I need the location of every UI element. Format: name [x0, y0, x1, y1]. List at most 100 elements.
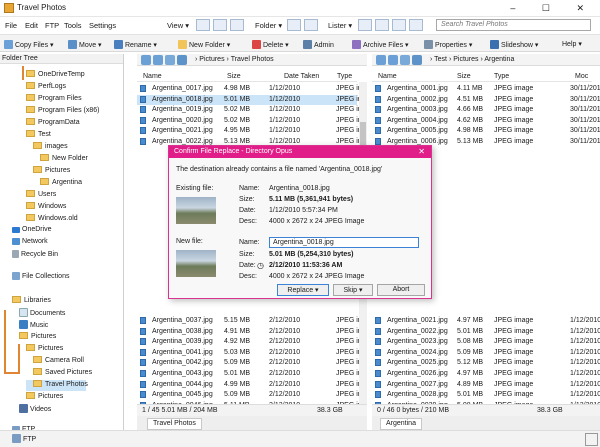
file-row[interactable]: Argentina_0021.jpg 4.95 MB 1/12/2010 JPEG i… — [137, 126, 362, 137]
delete-button[interactable]: Delete ▾ — [252, 40, 289, 49]
up-icon[interactable] — [165, 55, 175, 65]
layout-dual-icon[interactable] — [213, 19, 227, 31]
file-row[interactable]: Argentina_0044.jpg 4.99 MB 2/12/2010 JPEG i… — [137, 380, 362, 391]
rename-button[interactable]: Rename ▾ — [114, 40, 157, 49]
tree-item[interactable]: Saved Pictures — [33, 368, 92, 379]
folder-view-icon[interactable] — [304, 19, 318, 31]
forward-icon[interactable] — [388, 55, 398, 65]
tree-item-travel-photos-selected[interactable]: Travel Photos — [26, 380, 88, 391]
replace-button[interactable]: Replace ▾ — [277, 284, 329, 296]
help-button[interactable]: Help ▾ — [562, 40, 582, 48]
lister-4-icon[interactable] — [409, 19, 423, 31]
window-controls[interactable]: – ☐ ✕ — [510, 3, 596, 14]
resize-grip-icon[interactable] — [585, 433, 598, 446]
file-row[interactable]: Argentina_0037.jpg 5.15 MB 2/12/2010 JPEG i… — [137, 316, 362, 327]
file-row[interactable]: Argentina_0021.jpg 4.97 MB JPEG image 1/12/… — [372, 316, 600, 327]
file-row[interactable]: Argentina_0001.jpg 4.11 MB JPEG image 30/11… — [372, 84, 600, 95]
view-dropdown[interactable]: View ▾ — [167, 21, 189, 30]
file-row[interactable]: Argentina_0028.jpg 5.01 MB JPEG image 1/12/… — [372, 390, 600, 401]
file-row[interactable]: Argentina_0018.jpg 5.01 MB 1/12/2010 JPEG i… — [137, 94, 362, 106]
file-row[interactable]: Argentina_0045.jpg 5.09 MB 2/12/2010 JPEG i… — [137, 390, 362, 401]
col-type[interactable]: Type — [337, 73, 352, 80]
home-icon[interactable] — [412, 55, 422, 65]
move-button[interactable]: Move ▾ — [68, 40, 102, 49]
col-size[interactable]: Size — [227, 73, 241, 80]
right-breadcrumb[interactable]: › Test › Pictures › Argentina — [430, 56, 514, 63]
tree-item[interactable]: Users — [26, 190, 56, 201]
lister-1-icon[interactable] — [358, 19, 372, 31]
tab-travel-photos[interactable]: Travel Photos — [147, 418, 202, 430]
tree-item-network[interactable]: Network — [12, 238, 48, 249]
col-date-taken[interactable]: Date Taken — [284, 73, 319, 80]
tree-item[interactable]: Documents — [19, 308, 65, 319]
file-row[interactable]: Argentina_0019.jpg 5.02 MB 1/12/2010 JPEG i… — [137, 105, 362, 116]
file-row[interactable]: Argentina_0023.jpg 5.08 MB JPEG image 1/12/… — [372, 337, 600, 348]
menu-tools[interactable]: Tools — [64, 21, 82, 30]
copy-files-button[interactable]: Copy Files ▾ — [4, 40, 54, 49]
tab-argentina[interactable]: Argentina — [380, 418, 422, 430]
new-name-input[interactable]: Argentina_0018.jpg — [269, 237, 419, 248]
archive-files-button[interactable]: Archive Files ▾ — [352, 40, 409, 49]
tree-item[interactable]: Pictures — [26, 344, 63, 355]
file-row[interactable]: Argentina_0041.jpg 5.03 MB 2/12/2010 JPEG i… — [137, 348, 362, 359]
tree-item-onedrive[interactable]: OneDrive — [12, 226, 52, 237]
col-name[interactable]: Name — [143, 73, 162, 80]
up-icon[interactable] — [400, 55, 410, 65]
home-icon[interactable] — [177, 55, 187, 65]
ftp-status[interactable]: FTP — [12, 434, 36, 443]
slideshow-button[interactable]: Slideshow ▾ — [490, 40, 538, 49]
tree-item[interactable]: PerfLogs — [26, 82, 66, 93]
col-type[interactable]: Type — [494, 73, 509, 80]
file-row[interactable]: Argentina_0002.jpg 4.51 MB JPEG image 30/11… — [372, 95, 600, 106]
left-breadcrumb[interactable]: › Pictures › Travel Photos — [195, 56, 274, 63]
tree-item[interactable]: Windows — [26, 202, 66, 213]
file-row[interactable]: Argentina_0005.jpg 4.98 MB JPEG image 30/11… — [372, 126, 600, 137]
folder-tree-icon[interactable] — [287, 19, 301, 31]
tree-item[interactable]: Videos — [19, 404, 51, 415]
lister-dropdown[interactable]: Lister ▾ — [328, 21, 352, 30]
tree-item-file-collections[interactable]: File Collections — [12, 272, 69, 283]
tree-item-argentina[interactable]: Argentina — [40, 178, 82, 189]
skip-button[interactable]: Skip ▾ — [333, 284, 373, 296]
tree-item[interactable]: Pictures — [19, 332, 56, 343]
menu-edit[interactable]: Edit — [25, 21, 38, 30]
file-row[interactable]: Argentina_0042.jpg 5.09 MB 2/12/2010 JPEG i… — [137, 358, 362, 369]
file-row[interactable]: Argentina_0039.jpg 4.92 MB 2/12/2010 JPEG i… — [137, 337, 362, 348]
tree-item-libraries[interactable]: Libraries — [12, 296, 51, 307]
tree-item[interactable]: New Folder — [40, 154, 88, 165]
tree-item-recycle-bin[interactable]: Recycle Bin — [12, 250, 58, 261]
file-row[interactable]: Argentina_0038.jpg 4.91 MB 2/12/2010 JPEG i… — [137, 327, 362, 338]
tree-item[interactable]: Pictures — [33, 166, 70, 177]
new-folder-button[interactable]: New Folder ▾ — [178, 40, 230, 49]
tree-item[interactable]: Windows.old — [26, 214, 78, 225]
layout-tree-icon[interactable] — [230, 19, 244, 31]
file-row[interactable]: Argentina_0043.jpg 5.01 MB 2/12/2010 JPEG i… — [137, 369, 362, 380]
search-input[interactable]: Search Travel Photos — [436, 19, 591, 31]
menu-file[interactable]: File — [5, 21, 17, 30]
forward-icon[interactable] — [153, 55, 163, 65]
file-row[interactable]: Argentina_0004.jpg 4.62 MB JPEG image 30/11… — [372, 116, 600, 127]
file-row[interactable]: Argentina_0025.jpg 5.12 MB JPEG image 1/12/… — [372, 358, 600, 369]
properties-button[interactable]: Properties ▾ — [424, 40, 472, 49]
abort-button[interactable]: Abort — [377, 284, 425, 296]
tree-item[interactable]: Music — [19, 320, 48, 331]
back-icon[interactable] — [141, 55, 151, 65]
file-row[interactable]: Argentina_0027.jpg 4.89 MB JPEG image 1/12/… — [372, 380, 600, 391]
tree-item[interactable]: Program Files (x86) — [26, 106, 99, 117]
dialog-close-icon[interactable]: ✕ — [418, 147, 425, 156]
tree-item[interactable]: images — [33, 142, 68, 153]
col-name[interactable]: Name — [378, 73, 397, 80]
tree-item[interactable]: Program Files — [26, 94, 82, 105]
menu-ftp[interactable]: FTP — [45, 21, 59, 30]
admin-button[interactable]: Admin — [303, 40, 334, 49]
file-row[interactable]: Argentina_0022.jpg 5.01 MB JPEG image 1/12/… — [372, 327, 600, 338]
lister-2-icon[interactable] — [375, 19, 389, 31]
tree-item[interactable]: Pictures — [26, 392, 63, 403]
file-row[interactable]: Argentina_0017.jpg 4.98 MB 1/12/2010 JPEG i… — [137, 84, 362, 95]
menu-settings[interactable]: Settings — [89, 21, 116, 30]
file-row[interactable]: Argentina_0026.jpg 4.97 MB JPEG image 1/12/… — [372, 369, 600, 380]
file-row[interactable]: Argentina_0024.jpg 5.09 MB JPEG image 1/12/… — [372, 348, 600, 359]
tree-item[interactable]: ProgramData — [26, 118, 80, 129]
folder-dropdown[interactable]: Folder ▾ — [255, 21, 282, 30]
lister-3-icon[interactable] — [392, 19, 406, 31]
